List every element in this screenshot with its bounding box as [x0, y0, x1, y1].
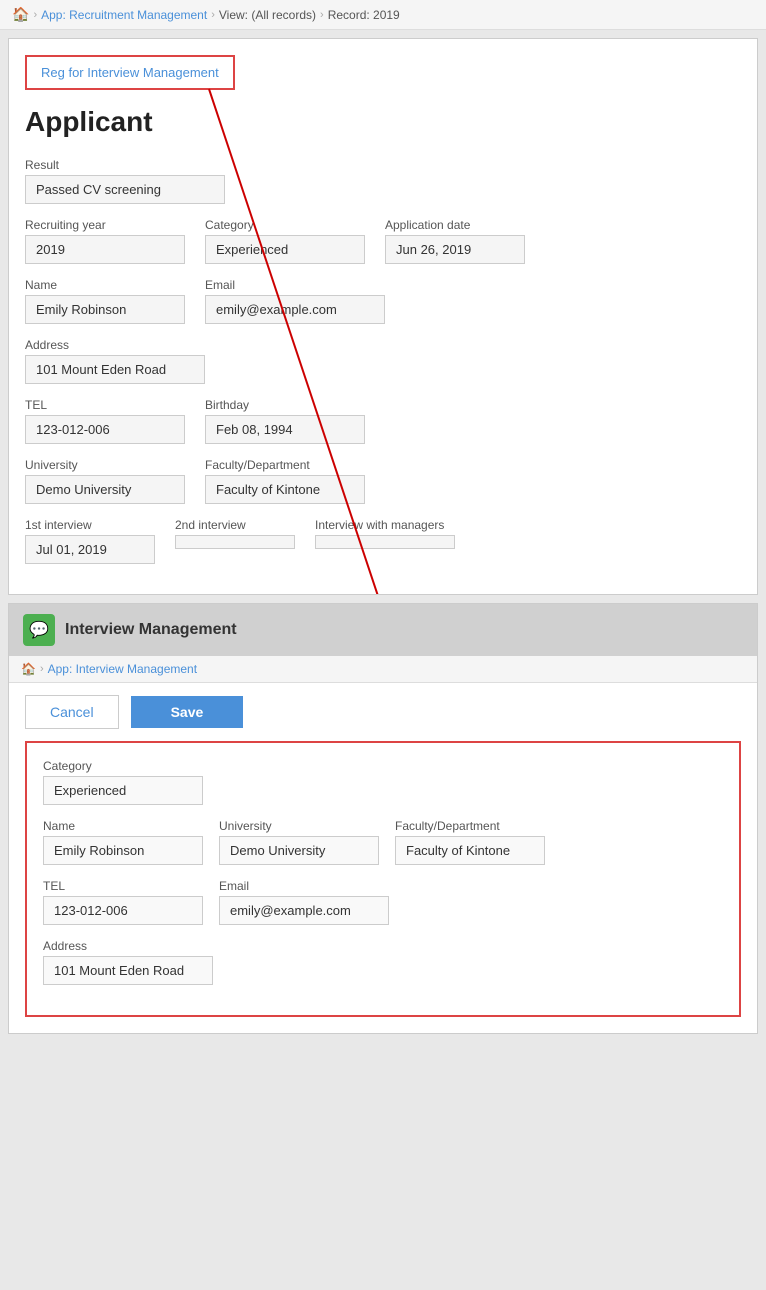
- interview-home-icon[interactable]: 🏠: [21, 662, 36, 676]
- form-university-field: University Demo University: [219, 819, 379, 865]
- university-label: University: [25, 458, 185, 472]
- page-title: Applicant: [25, 106, 741, 138]
- application-date-value: Jun 26, 2019: [385, 235, 525, 264]
- home-icon[interactable]: 🏠: [12, 6, 29, 23]
- interview2-field: 2nd interview: [175, 518, 295, 564]
- interview1-label: 1st interview: [25, 518, 155, 532]
- faculty-label: Faculty/Department: [205, 458, 365, 472]
- university-value: Demo University: [25, 475, 185, 504]
- breadcrumb-app-link[interactable]: App: Recruitment Management: [41, 8, 207, 22]
- row-tel: TEL 123-012-006 Birthday Feb 08, 1994: [25, 398, 741, 444]
- interview-header: 💬 Interview Management: [9, 604, 757, 656]
- form-university-label: University: [219, 819, 379, 833]
- form-category-label: Category: [43, 759, 723, 773]
- interview-actions: Cancel Save: [9, 683, 757, 741]
- form-faculty-value: Faculty of Kintone: [395, 836, 545, 865]
- breadcrumb-view: View: (All records): [219, 8, 316, 22]
- form-name-field: Name Emily Robinson: [43, 819, 203, 865]
- application-date-field: Application date Jun 26, 2019: [385, 218, 525, 264]
- birthday-field: Birthday Feb 08, 1994: [205, 398, 365, 444]
- interview-breadcrumb: 🏠 › App: Interview Management: [9, 656, 757, 683]
- form-tel-label: TEL: [43, 879, 203, 893]
- row-recruiting: Recruiting year 2019 Category Experience…: [25, 218, 741, 264]
- category-value: Experienced: [205, 235, 365, 264]
- form-category-field: Category Experienced: [43, 759, 723, 805]
- form-category-value: Experienced: [43, 776, 203, 805]
- name-label: Name: [25, 278, 185, 292]
- category-label: Category: [205, 218, 365, 232]
- email-field: Email emily@example.com: [205, 278, 385, 324]
- form-row-name: Name Emily Robinson University Demo Univ…: [43, 819, 723, 865]
- interview-breadcrumb-sep: ›: [40, 663, 44, 675]
- lower-panel: 💬 Interview Management 🏠 › App: Intervie…: [8, 603, 758, 1034]
- result-label: Result: [25, 158, 741, 172]
- form-email-field: Email emily@example.com: [219, 879, 389, 925]
- form-email-value: emily@example.com: [219, 896, 389, 925]
- form-address-label: Address: [43, 939, 723, 953]
- breadcrumb-separator-1: ›: [33, 9, 37, 21]
- form-name-value: Emily Robinson: [43, 836, 203, 865]
- university-field: University Demo University: [25, 458, 185, 504]
- form-faculty-label: Faculty/Department: [395, 819, 545, 833]
- breadcrumb: 🏠 › App: Recruitment Management › View: …: [0, 0, 766, 30]
- form-faculty-field: Faculty/Department Faculty of Kintone: [395, 819, 545, 865]
- tel-label: TEL: [25, 398, 185, 412]
- form-tel-field: TEL 123-012-006: [43, 879, 203, 925]
- interview2-label: 2nd interview: [175, 518, 295, 532]
- interview-form: Category Experienced Name Emily Robinson…: [25, 741, 741, 1017]
- tel-field: TEL 123-012-006: [25, 398, 185, 444]
- reg-interview-button[interactable]: Reg for Interview Management: [25, 55, 235, 90]
- faculty-field: Faculty/Department Faculty of Kintone: [205, 458, 365, 504]
- category-field: Category Experienced: [205, 218, 365, 264]
- interview-managers-field: Interview with managers: [315, 518, 455, 564]
- tel-value: 123-012-006: [25, 415, 185, 444]
- upper-panel: Reg for Interview Management Applicant R…: [8, 38, 758, 595]
- recruiting-year-label: Recruiting year: [25, 218, 185, 232]
- faculty-value: Faculty of Kintone: [205, 475, 365, 504]
- application-date-label: Application date: [385, 218, 525, 232]
- address-value: 101 Mount Eden Road: [25, 355, 205, 384]
- row-interviews: 1st interview Jul 01, 2019 2nd interview…: [25, 518, 741, 564]
- form-address-field: Address 101 Mount Eden Road: [43, 939, 723, 985]
- interview1-value: Jul 01, 2019: [25, 535, 155, 564]
- recruiting-year-field: Recruiting year 2019: [25, 218, 185, 264]
- form-university-value: Demo University: [219, 836, 379, 865]
- form-email-label: Email: [219, 879, 389, 893]
- save-button[interactable]: Save: [131, 696, 244, 728]
- recruiting-year-value: 2019: [25, 235, 185, 264]
- interview2-value: [175, 535, 295, 549]
- address-label: Address: [25, 338, 741, 352]
- form-name-label: Name: [43, 819, 203, 833]
- form-tel-value: 123-012-006: [43, 896, 203, 925]
- name-value: Emily Robinson: [25, 295, 185, 324]
- interview-managers-value: [315, 535, 455, 549]
- interview-header-title: Interview Management: [65, 621, 237, 639]
- breadcrumb-separator-3: ›: [320, 9, 324, 21]
- birthday-label: Birthday: [205, 398, 365, 412]
- row-university: University Demo University Faculty/Depar…: [25, 458, 741, 504]
- result-value: Passed CV screening: [25, 175, 225, 204]
- form-address-value: 101 Mount Eden Road: [43, 956, 213, 985]
- interview-managers-label: Interview with managers: [315, 518, 455, 532]
- cancel-button[interactable]: Cancel: [25, 695, 119, 729]
- result-field: Result Passed CV screening: [25, 158, 741, 204]
- form-row-tel: TEL 123-012-006 Email emily@example.com: [43, 879, 723, 925]
- breadcrumb-record: Record: 2019: [328, 8, 400, 22]
- row-name: Name Emily Robinson Email emily@example.…: [25, 278, 741, 324]
- interview1-field: 1st interview Jul 01, 2019: [25, 518, 155, 564]
- email-label: Email: [205, 278, 385, 292]
- email-value: emily@example.com: [205, 295, 385, 324]
- interview-header-icon: 💬: [23, 614, 55, 646]
- name-field: Name Emily Robinson: [25, 278, 185, 324]
- chat-icon: 💬: [29, 620, 49, 640]
- interview-app-link[interactable]: App: Interview Management: [48, 662, 197, 676]
- birthday-value: Feb 08, 1994: [205, 415, 365, 444]
- address-field: Address 101 Mount Eden Road: [25, 338, 741, 384]
- breadcrumb-separator-2: ›: [211, 9, 215, 21]
